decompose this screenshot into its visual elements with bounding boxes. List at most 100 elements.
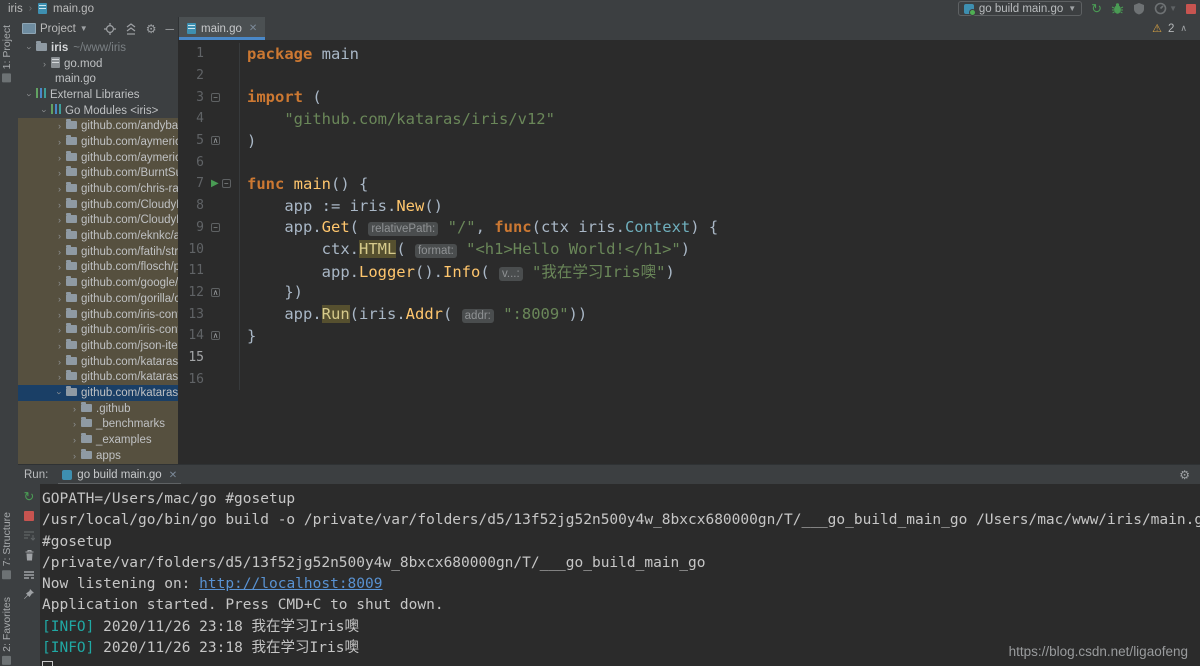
run-config-selector[interactable]: go build main.go ▼ (958, 1, 1082, 16)
coverage-icon[interactable] (1133, 2, 1145, 15)
chevron-up-icon[interactable]: ∧ (1180, 23, 1187, 34)
clear-console-icon[interactable] (24, 549, 35, 562)
tab-main-go[interactable]: main.go ✕ (179, 17, 265, 40)
run-console[interactable]: GOPATH=/Users/mac/go #gosetup/usr/local/… (40, 484, 1200, 666)
tree-chevron-icon[interactable]: › (54, 231, 65, 241)
tree-chevron-icon[interactable]: › (54, 310, 65, 320)
stop-icon[interactable] (24, 511, 34, 521)
tree-chevron-icon[interactable]: › (54, 325, 65, 335)
tree-chevron-icon[interactable]: › (54, 341, 65, 351)
editor-line[interactable]: 7▶−func main() { (178, 173, 1200, 195)
editor-line[interactable]: 10 ctx.HTML( format: "<h1>Hello World!</… (178, 238, 1200, 260)
tree-item[interactable]: ›github.com/aymerick/ra (18, 150, 178, 166)
breadcrumb-file[interactable]: main.go (53, 3, 94, 15)
tree-chevron-icon[interactable]: › (54, 200, 65, 210)
fold-start-icon[interactable]: − (211, 223, 220, 232)
restore-layout-icon[interactable] (23, 529, 35, 541)
tree-chevron-icon[interactable]: › (39, 59, 50, 69)
tree-item[interactable]: ›github.com/kataras/blo (18, 354, 178, 370)
tree-chevron-icon[interactable]: › (54, 357, 65, 367)
fold-end-icon[interactable]: ∧ (211, 288, 220, 297)
tree-item[interactable]: ›github.com/iris-contrib (18, 322, 178, 338)
tree-item[interactable]: ›apps (18, 448, 178, 464)
editor-line[interactable]: 6 (178, 151, 1200, 173)
tree-chevron-icon[interactable]: › (54, 294, 65, 304)
close-icon[interactable]: ✕ (249, 23, 257, 34)
tree-item[interactable]: ›github.com/eknkc/amb (18, 228, 178, 244)
tree-chevron-icon[interactable]: › (55, 387, 65, 398)
tree-chevron-icon[interactable]: › (69, 404, 80, 414)
tree-chevron-icon[interactable]: › (54, 168, 65, 178)
profiler-icon[interactable]: ▼ (1154, 2, 1177, 15)
tree-item[interactable]: ›github.com/iris-contrib (18, 307, 178, 323)
fold-start-icon[interactable]: − (222, 179, 231, 188)
tree-item[interactable]: ›github.com/kataras/iris (18, 385, 178, 401)
inspection-widget[interactable]: ⚠ 2 ∧ (1152, 17, 1200, 40)
tree-item[interactable]: ›github.com/gorilla/css (18, 291, 178, 307)
tree-item[interactable]: ›github.com/json-iterato (18, 338, 178, 354)
tree-chevron-icon[interactable]: › (25, 89, 35, 100)
fold-end-icon[interactable]: ∧ (211, 331, 220, 340)
stop-icon[interactable] (1186, 4, 1196, 14)
editor-line[interactable]: 1package main (178, 43, 1200, 65)
tree-chevron-icon[interactable]: › (54, 184, 65, 194)
collapse-all-icon[interactable] (125, 23, 137, 35)
console-link[interactable]: http://localhost:8009 (199, 576, 382, 592)
editor-line[interactable]: 13 app.Run(iris.Addr( addr: ":8009")) (178, 303, 1200, 325)
tree-chevron-icon[interactable]: › (54, 247, 65, 257)
fold-start-icon[interactable]: − (211, 93, 220, 102)
code-editor[interactable]: 1package main23−import (4 "github.com/ka… (178, 40, 1200, 464)
chevron-down-icon[interactable]: ▼ (80, 24, 88, 33)
tree-item[interactable]: ›github.com/BurntSushi (18, 166, 178, 182)
editor-line[interactable]: 2 (178, 65, 1200, 87)
editor-line[interactable]: 15 (178, 347, 1200, 369)
tree-chevron-icon[interactable]: › (54, 137, 65, 147)
tree-chevron-icon[interactable]: › (69, 451, 80, 461)
settings-gear-icon[interactable]: ⚙ (146, 23, 157, 35)
tree-item[interactable]: ›_examples (18, 432, 178, 448)
tree-item[interactable]: ›github.com/CloudyKit/f (18, 197, 178, 213)
locate-file-icon[interactable] (104, 23, 116, 35)
run-tab[interactable]: go build main.go ✕ (56, 465, 183, 485)
tree-item[interactable]: ›github.com/kataras/gol (18, 369, 178, 385)
editor-line[interactable]: 4 "github.com/kataras/iris/v12" (178, 108, 1200, 130)
editor-line[interactable]: 8 app := iris.New() (178, 195, 1200, 217)
breadcrumb-project[interactable]: iris (8, 3, 23, 15)
editor-line[interactable]: 12∧ }) (178, 282, 1200, 304)
tree-chevron-icon[interactable]: › (54, 262, 65, 272)
tree-item[interactable]: ›github.com/chris-ramo (18, 181, 178, 197)
tree-chevron-icon[interactable]: › (40, 105, 50, 116)
editor-line[interactable]: 16 (178, 368, 1200, 390)
soft-wrap-icon[interactable] (23, 570, 35, 580)
debug-icon[interactable] (1111, 2, 1124, 15)
close-icon[interactable]: ✕ (169, 470, 177, 481)
tree-chevron-icon[interactable]: › (54, 215, 65, 225)
hide-panel-icon[interactable]: ─ (165, 23, 174, 35)
tree-item[interactable]: ›github.com/fatih/struct (18, 244, 178, 260)
tree-chevron-icon[interactable]: › (54, 121, 65, 131)
tree-item[interactable]: ›iris~/www/iris (18, 40, 178, 56)
tree-chevron-icon[interactable]: › (69, 435, 80, 445)
editor-line[interactable]: 9− app.Get( relativePath: "/", func(ctx … (178, 217, 1200, 239)
run-line-icon[interactable]: ▶ (211, 178, 219, 189)
rerun-icon[interactable]: ↻ (1091, 2, 1102, 15)
editor-line[interactable]: 11 app.Logger().Info( v...: "我在学习Iris噢") (178, 260, 1200, 282)
tree-chevron-icon[interactable]: › (54, 278, 65, 288)
pin-icon[interactable] (23, 588, 35, 600)
tree-item[interactable]: ›github.com/CloudyKit/j (18, 213, 178, 229)
stripe-favorites-button[interactable]: 2: Favorites (1, 597, 13, 665)
tree-chevron-icon[interactable]: › (54, 372, 65, 382)
rerun-icon[interactable]: ↻ (24, 491, 35, 503)
project-panel-title[interactable]: Project (40, 23, 76, 35)
stripe-project-button[interactable]: 1: Project (1, 25, 13, 82)
tree-item[interactable]: ›External Libraries (18, 87, 178, 103)
tree-item[interactable]: main.go (18, 71, 178, 87)
tree-chevron-icon[interactable]: › (54, 153, 65, 163)
fold-end-icon[interactable]: ∧ (211, 136, 220, 145)
editor-line[interactable]: 5∧) (178, 130, 1200, 152)
tree-item[interactable]: ›.github (18, 401, 178, 417)
editor-line[interactable]: 14∧} (178, 325, 1200, 347)
tree-item[interactable]: ›_benchmarks (18, 417, 178, 433)
tree-chevron-icon[interactable]: › (69, 419, 80, 429)
tree-item[interactable]: ›github.com/andybalhol (18, 118, 178, 134)
